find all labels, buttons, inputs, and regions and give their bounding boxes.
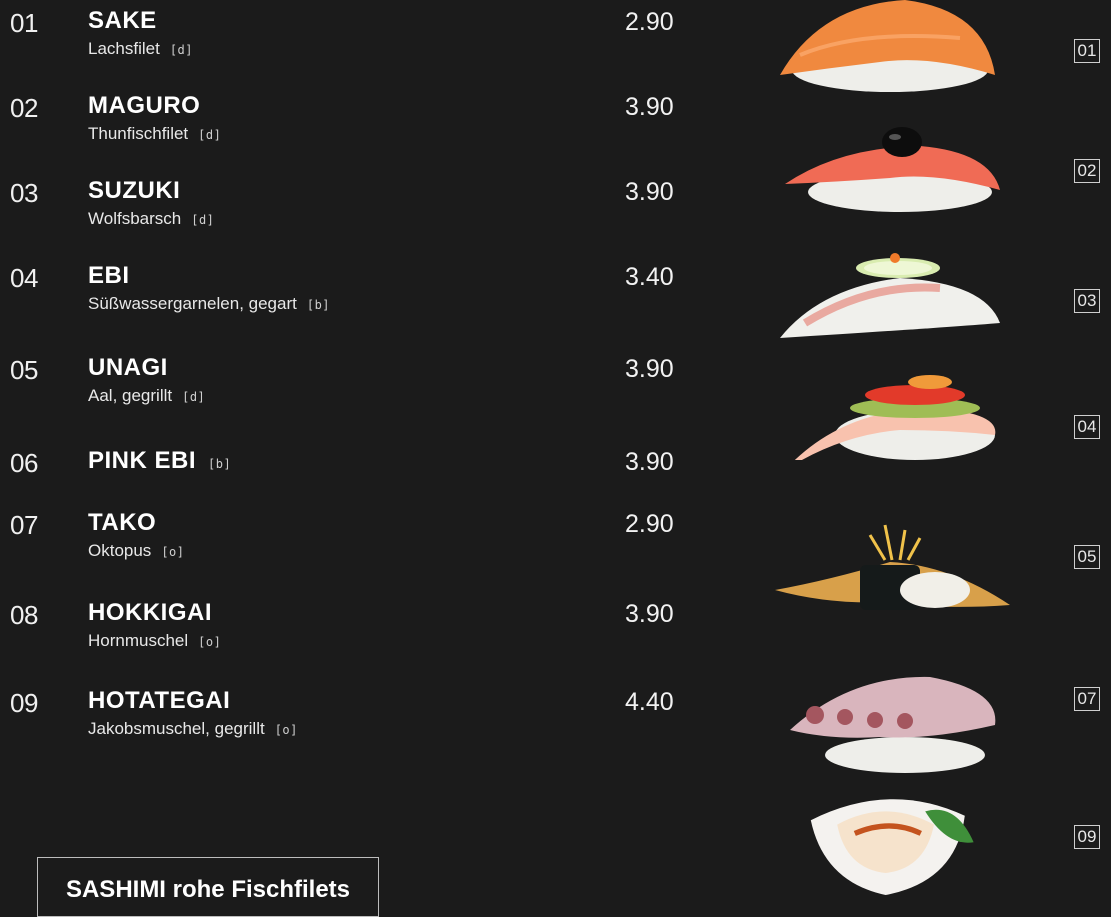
menu-item-pink-ebi: 06 PINK EBI [b] 3.90 (0, 442, 720, 512)
item-price: 3.90 (625, 355, 674, 383)
item-name: HOTATEGAI (88, 687, 231, 714)
sake-nigiri-image (780, 0, 995, 92)
item-price: 2.90 (625, 510, 674, 538)
item-name: TAKO (88, 509, 157, 536)
sashimi-section-header: SASHIMI rohe Fischfilets (37, 857, 379, 917)
image-label-02: 02 (1074, 159, 1100, 183)
item-number: 05 (10, 355, 38, 385)
item-price: 3.90 (625, 178, 674, 206)
item-description: Süßwassergarnelen, gegart [b] (88, 294, 331, 313)
item-price: 3.90 (625, 93, 674, 121)
menu-item-hokkigai: 08 HOKKIGAI Hornmuschel [o] 3.90 (0, 594, 720, 664)
unagi-nigiri-image (775, 524, 1010, 610)
sushi-menu: 01 SAKE Lachsfilet [d] 2.90 02 MAGURO Thu… (0, 0, 760, 917)
item-name: SUZUKI (88, 177, 181, 204)
allergen-tag: [b] (306, 298, 331, 312)
allergen-tag: [o] (274, 723, 298, 737)
section-title: SASHIMI rohe Fischfilets (65, 876, 351, 903)
suzuki-nigiri-image (780, 253, 1000, 338)
image-label-09: 09 (1074, 825, 1100, 849)
menu-item-tako: 07 TAKO Oktopus [o] 2.90 (0, 504, 720, 574)
image-label-04: 04 (1074, 415, 1100, 439)
item-number: 01 (10, 8, 38, 38)
image-label-07: 07 (1074, 687, 1100, 711)
item-number: 03 (10, 178, 38, 208)
menu-item-hotategai: 09 HOTATEGAI Jakobsmuschel, gegrillt [o] … (0, 682, 720, 752)
item-description: Lachsfilet [d] (88, 39, 194, 58)
maguro-nigiri-image (785, 127, 1000, 212)
allergen-tag: [o] (161, 545, 185, 559)
item-price: 3.90 (625, 448, 674, 476)
item-description: Hornmuschel [o] (88, 631, 222, 650)
image-label-01: 01 (1074, 39, 1100, 63)
hotategai-image (810, 799, 974, 895)
tako-nigiri-image (790, 676, 996, 773)
menu-item-sake: 01 SAKE Lachsfilet [d] 2.90 (0, 2, 720, 72)
item-number: 08 (10, 600, 38, 630)
item-price: 2.90 (625, 8, 674, 36)
allergen-tag: [d] (191, 213, 215, 227)
item-name: UNAGI (88, 354, 168, 381)
item-name: PINK EBI [b] (88, 447, 232, 474)
item-description: Aal, gegrillt [d] (88, 386, 206, 405)
image-label-03: 03 (1074, 289, 1100, 313)
item-number: 06 (10, 448, 38, 478)
item-price: 3.90 (625, 600, 674, 628)
item-description: Thunfischfilet [d] (88, 124, 222, 143)
item-name: HOKKIGAI (88, 599, 212, 626)
item-description: Oktopus [o] (88, 541, 185, 560)
item-name: SAKE (88, 7, 157, 34)
allergen-tag: [o] (198, 635, 222, 649)
item-description: Wolfsbarsch [d] (88, 209, 215, 228)
item-number: 07 (10, 510, 38, 540)
ebi-nigiri-image (794, 375, 996, 460)
item-number: 02 (10, 93, 38, 123)
item-price: 3.40 (625, 263, 674, 291)
item-description: Jakobsmuschel, gegrillt [o] (88, 719, 298, 738)
allergen-tag: [d] (169, 43, 194, 57)
allergen-tag: [d] (198, 128, 222, 142)
menu-item-ebi: 04 EBI Süßwassergarnelen, gegart [b] 3.40 (0, 257, 720, 327)
item-number: 09 (10, 688, 38, 718)
item-name: MAGURO (88, 92, 201, 119)
menu-item-suzuki: 03 SUZUKI Wolfsbarsch [d] 3.90 (0, 172, 720, 242)
item-number: 04 (10, 263, 38, 293)
image-label-05: 05 (1074, 545, 1100, 569)
allergen-tag: [b] (208, 457, 232, 471)
allergen-tag: [d] (182, 390, 206, 404)
item-price: 4.40 (625, 688, 674, 716)
item-name: EBI (88, 262, 130, 289)
menu-item-maguro: 02 MAGURO Thunfischfilet [d] 3.90 (0, 87, 720, 157)
menu-item-unagi: 05 UNAGI Aal, gegrillt [d] 3.90 (0, 349, 720, 419)
